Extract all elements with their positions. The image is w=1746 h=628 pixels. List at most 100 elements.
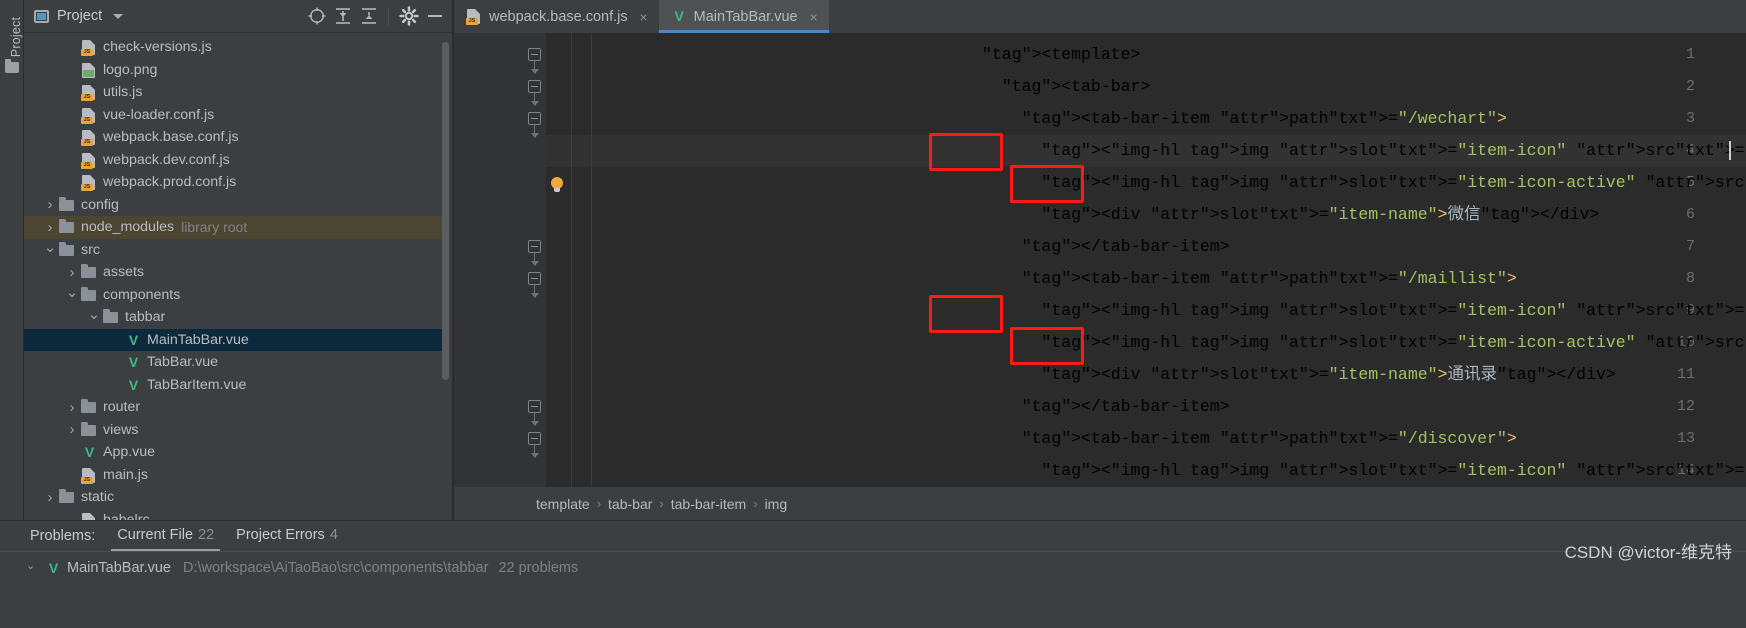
breadcrumb-item-tab-bar-item[interactable]: tab-bar-item (671, 496, 746, 512)
chevron-right-icon[interactable] (64, 421, 80, 438)
chevron-down-icon[interactable] (113, 13, 124, 19)
chevron-down-icon[interactable] (42, 241, 58, 259)
hide-panel-icon[interactable] (424, 5, 446, 27)
js-file-icon (80, 84, 99, 102)
js-file-icon (80, 107, 99, 124)
vue-file-icon: V (674, 8, 684, 24)
tree-item-logo-png[interactable]: logo.png (24, 59, 442, 82)
tab-project-errors[interactable]: Project Errors 4 (236, 527, 338, 545)
tree-item-label: main.js (103, 466, 148, 483)
code-line[interactable]: "tag"><template> (982, 39, 1140, 71)
chevron-right-icon[interactable] (42, 489, 58, 506)
code-line[interactable]: "tag"><"img-hl tag">img "attr">slot"txt"… (982, 295, 1746, 327)
problem-file-row[interactable]: V MainTabBar.vue D:\workspace\AiTaoBao\s… (0, 554, 578, 582)
tree-item-label: config (81, 196, 119, 213)
tree-item-views[interactable]: views (24, 419, 442, 442)
editor-tab-label: webpack.base.conf.js (489, 8, 628, 25)
code-line[interactable]: "tag"><"img-hl tag">img "attr">slot"txt"… (982, 327, 1746, 359)
tree-item-tabbar[interactable]: tabbar (24, 306, 442, 329)
folder-icon (80, 421, 99, 438)
code-line[interactable]: "tag"><"img-hl tag">img "attr">slot"txt"… (982, 167, 1746, 199)
tab-project-errors-label: Project Errors (236, 527, 325, 543)
project-panel: Project JS check-versions.js logo.png JS… (24, 0, 452, 520)
tree-item-assets[interactable]: assets (24, 261, 442, 284)
tree-item-label: utils.js (103, 84, 143, 101)
chevron-down-icon[interactable] (64, 286, 80, 304)
folder-icon (58, 219, 77, 235)
tree-item-label: src (81, 241, 100, 258)
tree-item-tabbar-vue[interactable]: V TabBar.vue (24, 351, 442, 374)
tree-item-config[interactable]: config (24, 194, 442, 217)
tab-current-file-label: Current File (117, 527, 194, 543)
settings-gear-icon[interactable] (398, 5, 420, 27)
expand-all-icon[interactable] (332, 5, 354, 27)
tree-item-webpack-dev-conf-js[interactable]: webpack.dev.conf.js (24, 149, 442, 172)
tree-item-note: library root (181, 219, 248, 236)
breadcrumb-item-template[interactable]: template (536, 496, 590, 512)
tree-item-static[interactable]: static (24, 486, 442, 509)
tree-item-router[interactable]: router (24, 396, 442, 419)
tree-item-webpack-prod-conf-js[interactable]: webpack.prod.conf.js (24, 171, 442, 194)
code-line[interactable]: "tag"><"img-hl tag">img "attr">slot"txt"… (982, 135, 1746, 167)
tree-item-maintabbar-vue[interactable]: V MainTabBar.vue (24, 328, 442, 351)
vue-file-icon: V (128, 376, 139, 393)
code-line[interactable]: "tag"><div "attr">slot"txt">="item-name"… (982, 199, 1599, 231)
js-file-icon (80, 152, 99, 169)
tree-item-tabbaritem-vue[interactable]: V TabBarItem.vue (24, 374, 442, 397)
tree-item-main-js[interactable]: main.js (24, 464, 442, 487)
folder-icon (58, 196, 77, 213)
folder-icon[interactable] (5, 59, 19, 73)
folder-icon (102, 309, 121, 325)
tree-item-label: babelrc (103, 511, 150, 520)
project-tree-scrollbar[interactable] (442, 42, 449, 380)
tree-item-src[interactable]: src (24, 239, 442, 262)
watermark: CSDN @victor-维克特 (1564, 543, 1732, 562)
tree-item-components[interactable]: components (24, 284, 442, 307)
problems-panel-header: Problems: Current File 22 Project Errors 4 (0, 521, 1746, 552)
breadcrumb[interactable]: template › tab-bar › tab-bar-item › img (454, 487, 1746, 520)
folder-icon (58, 241, 77, 258)
code-line[interactable]: "tag"></tab-bar-item> (982, 231, 1230, 263)
tree-item-app-vue[interactable]: V App.vue (24, 441, 442, 464)
project-tool-window-button[interactable]: Project (9, 3, 23, 71)
png-file-icon (80, 62, 99, 78)
code-line[interactable]: "tag"><tab-bar-item "attr">path"txt">="/… (982, 423, 1517, 455)
breadcrumb-item-tab-bar[interactable]: tab-bar (608, 496, 652, 512)
folder-icon (80, 286, 99, 303)
editor-tab-maintabbar-vue[interactable]: V MainTabBar.vue × (658, 0, 829, 33)
tree-item-label: components (103, 286, 181, 303)
chevron-right-icon[interactable] (64, 399, 80, 416)
code-line[interactable]: "tag"><div "attr">slot"txt">="item-name"… (982, 359, 1615, 391)
code-line[interactable]: "tag"><tab-bar-item "attr">path"txt">="/… (982, 103, 1507, 135)
chevron-right-icon[interactable] (42, 196, 58, 213)
code-line[interactable]: "tag"><tab-bar-item "attr">path"txt">="/… (982, 263, 1517, 295)
editor-tab-webpack-base-conf-js[interactable]: webpack.base.conf.js × (454, 0, 659, 33)
code-line[interactable]: "tag"><"img-hl tag">img "attr">slot"txt"… (982, 455, 1746, 487)
code-content[interactable]: "tag"><template> "tag"><tab-bar> "tag"><… (454, 33, 1746, 487)
locate-icon[interactable] (306, 5, 328, 27)
tree-item-webpack-base-conf-js[interactable]: webpack.base.conf.js (24, 126, 442, 149)
close-icon[interactable]: × (808, 10, 820, 24)
tab-current-file[interactable]: Current File 22 (111, 527, 221, 552)
tree-item-vue-loader-conf-js[interactable]: vue-loader.conf.js (24, 104, 442, 127)
vue-file-icon: V (84, 444, 95, 461)
tree-item-check-versions-js[interactable]: check-versions.js (24, 36, 442, 59)
code-line[interactable]: "tag"><tab-bar> (982, 71, 1151, 103)
tree-item-utils-js[interactable]: utils.js (24, 81, 442, 104)
tree-item-label: App.vue (103, 444, 156, 461)
collapse-all-icon[interactable] (358, 5, 380, 27)
code-editor[interactable]: 1 2 3 4 5 6 7 8 9 10 11 12 13 14 "tag"><template> "ta… (454, 33, 1746, 487)
tree-item-label: logo.png (103, 61, 158, 78)
tab-current-file-count: 22 (198, 527, 215, 543)
chevron-right-icon[interactable] (64, 264, 80, 281)
tree-item-babelrc[interactable]: babelrc (24, 509, 442, 520)
chevron-down-icon[interactable] (86, 308, 102, 326)
tree-item-label: webpack.prod.conf.js (103, 174, 237, 191)
breadcrumb-item-img[interactable]: img (765, 496, 788, 512)
code-line[interactable]: "tag"></tab-bar-item> (982, 391, 1230, 423)
editor-tab-bar: webpack.base.conf.js × V MainTabBar.vue × (454, 0, 1746, 33)
project-tree[interactable]: check-versions.js logo.png utils.js vue-loa… (24, 33, 442, 520)
close-icon[interactable]: × (638, 10, 650, 24)
chevron-right-icon[interactable] (42, 219, 58, 236)
tree-item-node-modules[interactable]: node_modules library root (24, 216, 442, 239)
